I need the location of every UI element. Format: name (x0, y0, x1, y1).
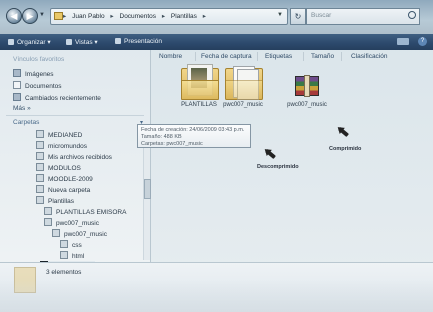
views-icon (66, 39, 72, 45)
folder-icon (36, 130, 44, 138)
tooltip-created: Fecha de creación: 24/06/2009 03:43 p.m. (141, 127, 245, 133)
file-name: pwc007_music (287, 102, 327, 108)
decompressed-annotation: Descomprimido (257, 164, 299, 170)
item-count: 3 elementos (46, 269, 82, 276)
tree-item[interactable]: css (60, 240, 82, 249)
column-header-tags[interactable]: Etiquetas (265, 53, 292, 60)
tree-item[interactable]: MOODLE-2009 (36, 174, 93, 183)
favorite-item-recent[interactable]: Cambiados recientemente (13, 93, 101, 102)
column-header-name[interactable]: Nombre (159, 53, 182, 60)
folder-icon (44, 207, 52, 215)
address-input[interactable]: ▸ Juan Pablo ▸ Documentos ▸ Plantillas ▸… (50, 8, 288, 25)
address-dropdown-icon[interactable]: ▼ (277, 12, 283, 18)
tree-item[interactable]: micromundos (36, 141, 87, 150)
more-button[interactable]: Más » (13, 105, 31, 112)
documents-icon (13, 81, 21, 89)
breadcrumb: ▸ Juan Pablo ▸ Documentos ▸ Plantillas ▸ (63, 13, 206, 20)
breadcrumb-item[interactable]: Plantillas (171, 13, 197, 20)
folder-icon (223, 64, 263, 100)
search-icon[interactable] (408, 11, 416, 19)
compressed-annotation: Comprimido (329, 146, 362, 152)
column-header-size[interactable]: Tamaño (311, 53, 334, 60)
folder-icon (54, 12, 63, 20)
folders-heading[interactable]: Carpetas (13, 119, 39, 126)
presentation-icon (115, 38, 121, 44)
folder-icon (36, 185, 44, 193)
refresh-button[interactable]: ↻ (290, 8, 306, 25)
folder-icon (36, 163, 44, 171)
favorites-heading: Vínculos favoritos (13, 56, 65, 63)
tree-item[interactable]: Plantillas (36, 196, 74, 205)
divider (6, 115, 144, 116)
file-tooltip: Fecha de creación: 24/06/2009 03:43 p.m.… (137, 124, 251, 148)
folder-icon (36, 196, 44, 204)
nav-scrollbar[interactable] (143, 129, 151, 260)
tree-item[interactable]: Mis archivos recibidos (36, 152, 112, 161)
folder-icon (36, 141, 44, 149)
folder-icon (179, 64, 219, 100)
view-toggle-icon[interactable] (397, 38, 409, 45)
favorite-item-images[interactable]: Imágenes (13, 69, 54, 78)
cursor-icon (262, 146, 276, 160)
tree-item[interactable]: PLANTILLAS EMISORA (44, 207, 126, 216)
folder-icon (60, 251, 68, 259)
organize-icon (8, 39, 14, 45)
tree-item[interactable]: Nueva carpeta (36, 185, 90, 194)
tree-item[interactable]: pwc007_music (44, 218, 99, 227)
file-item[interactable]: pwc007_music (279, 64, 335, 108)
back-button[interactable]: ◀ (6, 8, 22, 24)
navigation-pane: Vínculos favoritos Imágenes Documentos C… (0, 50, 151, 271)
archive-icon (287, 64, 327, 100)
folder-icon (60, 240, 68, 248)
command-toolbar: Organizar ▾ Vistas ▾ Presentación ? (0, 34, 433, 50)
favorite-item-documents[interactable]: Documentos (13, 81, 62, 90)
scrollbar-thumb[interactable] (144, 179, 151, 199)
pictures-icon (13, 69, 21, 77)
tree-item[interactable]: html (60, 251, 84, 260)
breadcrumb-item[interactable]: Documentos (120, 13, 157, 20)
tooltip-folders: Carpetas: pwc007_music (141, 140, 203, 147)
forward-button[interactable]: ▶ (22, 8, 38, 24)
folder-icon (44, 218, 52, 226)
help-icon[interactable]: ? (418, 37, 427, 46)
history-dropdown-icon[interactable]: ▼ (39, 12, 45, 18)
tree-item[interactable]: pwc007_music (52, 229, 107, 238)
tooltip-size: Tamaño: 488 KB (141, 133, 182, 140)
column-header-rating[interactable]: Clasificación (351, 53, 388, 60)
folder-icon (52, 229, 60, 237)
column-header-date[interactable]: Fecha de captura (201, 53, 252, 60)
recent-icon (13, 93, 21, 101)
folder-icon (36, 152, 44, 160)
tree-item[interactable]: MEDIANED (36, 130, 82, 139)
search-placeholder: Buscar (311, 12, 332, 19)
presentation-button[interactable]: Presentación (115, 38, 162, 45)
column-headers: Nombre Fecha de captura Etiquetas Tamaño… (151, 50, 433, 62)
file-item[interactable]: pwc007_music (215, 64, 271, 108)
explorer-window: ◀ ▶ ▼ ▸ Juan Pablo ▸ Documentos ▸ Planti… (0, 0, 433, 312)
file-name: pwc007_music (223, 102, 263, 108)
address-bar-area: ◀ ▶ ▼ ▸ Juan Pablo ▸ Documentos ▸ Planti… (0, 0, 433, 34)
cursor-icon (335, 124, 349, 138)
search-input[interactable]: Buscar (306, 8, 420, 25)
folder-icon (36, 174, 44, 182)
organize-button[interactable]: Organizar ▾ (8, 38, 51, 46)
tree-item[interactable]: MODULOS (36, 163, 81, 172)
views-button[interactable]: Vistas ▾ (66, 38, 98, 46)
breadcrumb-item[interactable]: Juan Pablo (72, 13, 105, 20)
file-view: PLANTILLAS pwc007_music pwc007_music Des… (151, 62, 433, 262)
